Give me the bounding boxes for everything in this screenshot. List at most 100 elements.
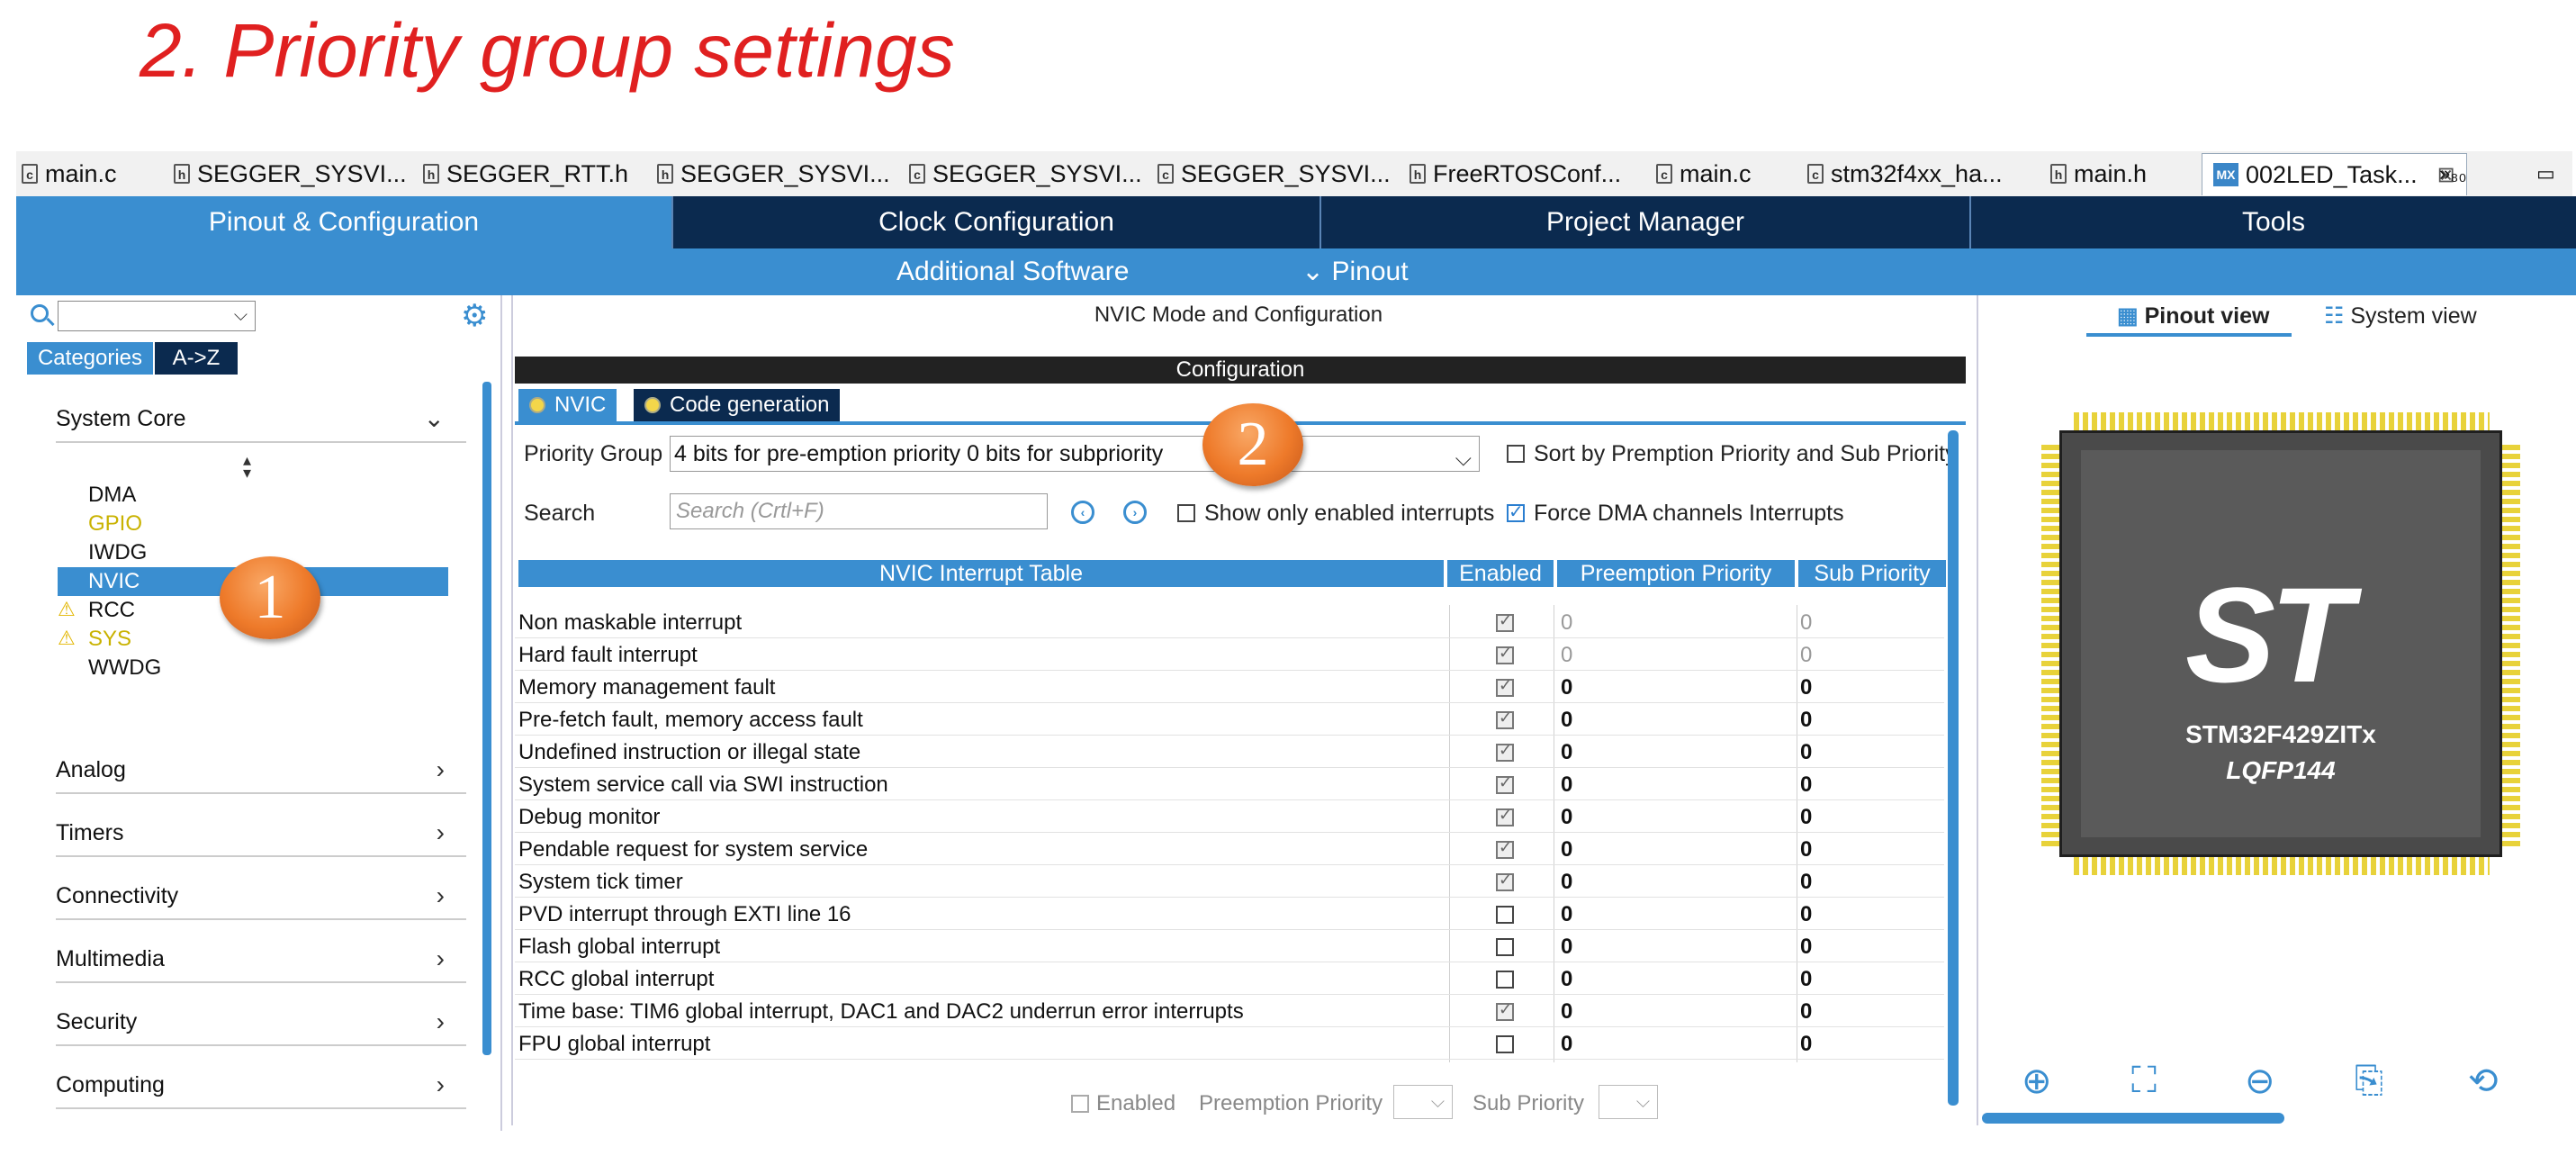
- table-row[interactable]: Pendable request for system service 00: [515, 832, 1944, 865]
- gear-icon[interactable]: ⚙: [461, 301, 488, 331]
- editor-tab[interactable]: c SEGGER_SYSVI...: [1157, 157, 1391, 191]
- sub-priority[interactable]: 0: [1800, 929, 1935, 962]
- sub-priority[interactable]: 0: [1800, 994, 1935, 1026]
- tab-code-generation[interactable]: Code generation: [634, 389, 841, 421]
- core-item-rcc[interactable]: RCC: [88, 596, 135, 625]
- pinout-hscrollbar[interactable]: [1982, 1113, 2284, 1124]
- sub-priority[interactable]: 0: [1800, 670, 1935, 702]
- priority-group-select[interactable]: 4 bits for pre-emption priority 0 bits f…: [670, 436, 1480, 472]
- tab-pinout-configuration[interactable]: Pinout & Configuration: [16, 196, 673, 248]
- zoom-in-icon[interactable]: ⊕: [2022, 1061, 2052, 1102]
- preemption-priority[interactable]: 0: [1561, 735, 1786, 767]
- table-row[interactable]: System service call via SWI instruction 0…: [515, 767, 1944, 800]
- table-row[interactable]: Undefined instruction or illegal state 00: [515, 735, 1944, 768]
- left-scrollbar[interactable]: [482, 382, 491, 1055]
- enabled-checkbox[interactable]: [1496, 938, 1514, 956]
- preemption-priority[interactable]: 0: [1561, 1026, 1786, 1059]
- editor-tab[interactable]: c main.c: [22, 157, 117, 191]
- section-analog[interactable]: Analog ›: [56, 747, 466, 794]
- pinout-menu[interactable]: ⌄ Pinout: [1302, 248, 1409, 295]
- table-row[interactable]: PVD interrupt through EXTI line 16 0 0: [515, 897, 1944, 930]
- editor-tab[interactable]: h main.h: [2050, 157, 2147, 191]
- table-row[interactable]: Memory management fault 00: [515, 670, 1944, 703]
- a-z-button[interactable]: A->Z: [155, 342, 238, 375]
- sort-icon[interactable]: ▴ ▾: [243, 452, 251, 481]
- sub-priority[interactable]: 0: [1800, 605, 1935, 637]
- tab-pinout-view[interactable]: ▦ Pinout view: [2117, 303, 2269, 330]
- sub-priority[interactable]: 0: [1800, 799, 1935, 832]
- enabled-checkbox[interactable]: [1496, 906, 1514, 924]
- column-header-interrupt[interactable]: NVIC Interrupt Table: [518, 560, 1444, 587]
- section-timers[interactable]: Timers ›: [56, 810, 466, 857]
- tab-tools[interactable]: Tools: [1971, 196, 2576, 248]
- table-row[interactable]: Time base: TIM6 global interrupt, DAC1 a…: [515, 994, 1944, 1027]
- preemption-priority[interactable]: 0: [1561, 637, 1786, 670]
- sub-priority[interactable]: 0: [1800, 767, 1935, 799]
- core-item-gpio[interactable]: GPIO: [88, 510, 142, 538]
- preemption-priority[interactable]: 0: [1561, 702, 1786, 735]
- section-computing[interactable]: Computing ›: [56, 1062, 466, 1109]
- enabled-checkbox[interactable]: [1496, 971, 1514, 989]
- table-row[interactable]: Hard fault interrupt 00: [515, 637, 1944, 671]
- section-multimedia[interactable]: Multimedia ›: [56, 936, 466, 983]
- editor-tab[interactable]: c main.c: [1656, 157, 1752, 191]
- additional-software-link[interactable]: Additional Software: [896, 248, 1130, 295]
- preemption-priority[interactable]: 0: [1561, 962, 1786, 994]
- editor-tab[interactable]: h SEGGER_SYSVI...: [657, 157, 890, 191]
- sub-priority[interactable]: 0: [1800, 832, 1935, 864]
- next-icon[interactable]: ›: [1123, 501, 1147, 524]
- table-row[interactable]: FPU global interrupt 0 0: [515, 1026, 1944, 1060]
- sub-priority[interactable]: 0: [1800, 897, 1935, 929]
- tab-project-manager[interactable]: Project Manager: [1321, 196, 1971, 248]
- preemption-priority[interactable]: 0: [1561, 799, 1786, 832]
- previous-icon[interactable]: ‹: [1071, 501, 1094, 524]
- column-header-sub-priority[interactable]: Sub Priority: [1798, 560, 1946, 587]
- sub-priority[interactable]: 0: [1800, 702, 1935, 735]
- column-header-enabled[interactable]: Enabled: [1447, 560, 1554, 587]
- fit-icon[interactable]: ⛶: [2131, 1061, 2157, 1101]
- editor-tab[interactable]: h SEGGER_RTT.h: [423, 157, 628, 191]
- preemption-priority[interactable]: 0: [1561, 605, 1786, 637]
- table-row[interactable]: Non maskable interrupt 00: [515, 605, 1944, 638]
- category-search-select[interactable]: ⌵: [58, 301, 256, 331]
- column-header-preemption[interactable]: Preemption Priority: [1557, 560, 1795, 587]
- minimize-icon[interactable]: ▭: [2536, 157, 2555, 191]
- core-item-sys[interactable]: SYS: [88, 625, 131, 654]
- categories-button[interactable]: Categories: [27, 342, 153, 375]
- table-row[interactable]: Pre-fetch fault, memory access fault 00: [515, 702, 1944, 736]
- sub-priority[interactable]: 0: [1800, 637, 1935, 670]
- section-security[interactable]: Security ›: [56, 999, 466, 1046]
- core-item-iwdg[interactable]: IWDG: [88, 538, 147, 567]
- preemption-priority[interactable]: 0: [1561, 897, 1786, 929]
- editor-tab[interactable]: MX 002LED_Task... ⊠: [2202, 153, 2467, 195]
- table-row[interactable]: RCC global interrupt 0 0: [515, 962, 1944, 995]
- sub-priority[interactable]: 0: [1800, 735, 1935, 767]
- editor-tab[interactable]: h FreeRTOSConf...: [1410, 157, 1621, 191]
- core-item-wwdg[interactable]: WWDG: [88, 654, 161, 682]
- sub-priority[interactable]: 0: [1800, 864, 1935, 897]
- rotate-icon[interactable]: ⟲: [2468, 1061, 2499, 1102]
- table-row[interactable]: Debug monitor 00: [515, 799, 1944, 833]
- preemption-priority[interactable]: 0: [1561, 670, 1786, 702]
- section-connectivity[interactable]: Connectivity ›: [56, 873, 466, 920]
- preemption-priority[interactable]: 0: [1561, 832, 1786, 864]
- show-enabled-checkbox[interactable]: [1177, 504, 1195, 522]
- table-row[interactable]: Flash global interrupt 0 0: [515, 929, 1944, 962]
- preemption-priority[interactable]: 0: [1561, 864, 1786, 897]
- preemption-priority[interactable]: 0: [1561, 929, 1786, 962]
- editor-tab[interactable]: c SEGGER_SYSVI...: [909, 157, 1142, 191]
- zoom-out-icon[interactable]: ⊖: [2245, 1061, 2275, 1102]
- tab-overflow-icon[interactable]: »₈₀: [2439, 157, 2467, 191]
- table-row[interactable]: System tick timer 00: [515, 864, 1944, 898]
- section-system-core[interactable]: System Core ⌄: [56, 396, 466, 443]
- core-item-dma[interactable]: DMA: [88, 481, 136, 510]
- sub-priority[interactable]: 0: [1800, 962, 1935, 994]
- tab-system-view[interactable]: ☷ System view: [2324, 303, 2477, 330]
- table-scrollbar[interactable]: [1948, 430, 1959, 1106]
- editor-tab[interactable]: c stm32f4xx_ha...: [1807, 157, 2003, 191]
- sub-priority[interactable]: 0: [1800, 1026, 1935, 1059]
- sort-priority-checkbox[interactable]: [1507, 445, 1525, 463]
- interrupt-search-input[interactable]: Search (Crtl+F): [670, 493, 1048, 529]
- force-dma-checkbox[interactable]: [1507, 501, 1525, 523]
- export-icon[interactable]: ⎘: [2355, 1061, 2383, 1101]
